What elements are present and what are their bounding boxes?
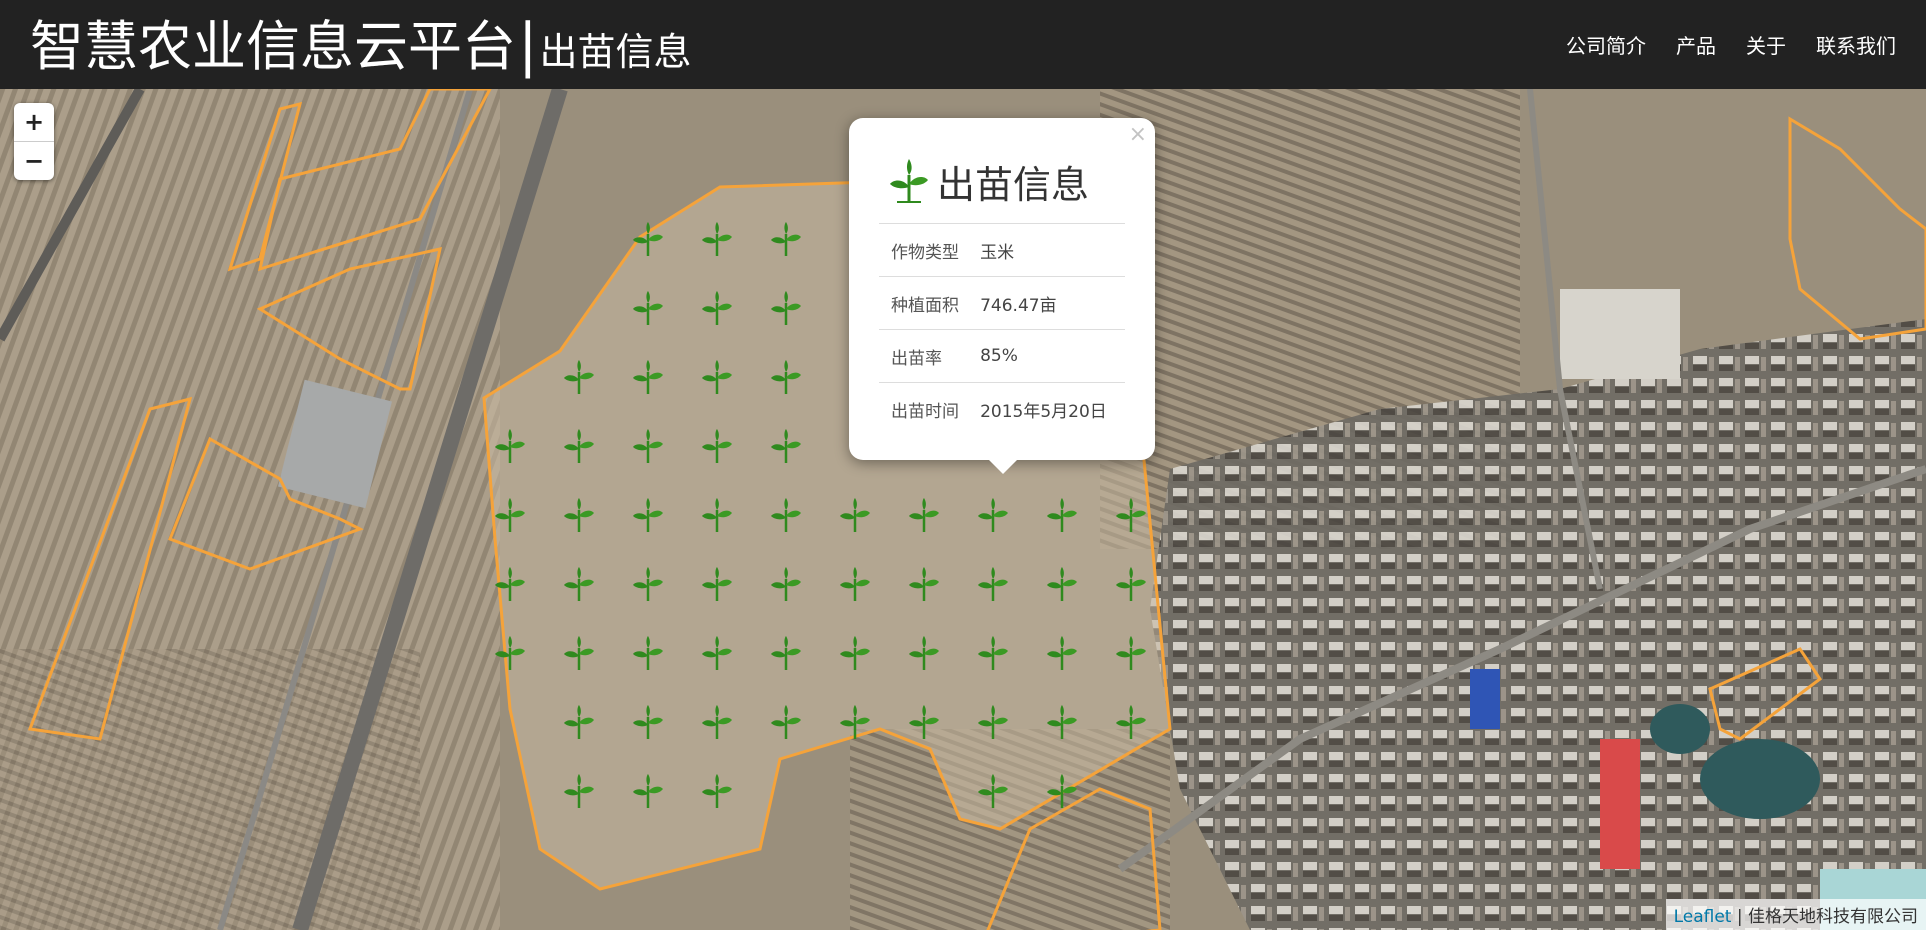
brand-subtitle: 出苗信息 (539, 30, 692, 74)
sprout-marker (1045, 565, 1079, 603)
sprout-marker (769, 220, 803, 258)
sprout-marker (769, 565, 803, 603)
popup-title: 出苗信息 (937, 163, 1090, 207)
sprout-marker (976, 772, 1010, 810)
row-label: 出苗率 (879, 329, 971, 383)
sprout-marker (769, 634, 803, 672)
table-row: 出苗时间 2015年5月20日 (879, 382, 1125, 435)
nav-item-contact[interactable]: 联系我们 (1816, 30, 1896, 59)
sprout-marker (700, 565, 734, 603)
row-label: 出苗时间 (879, 382, 971, 435)
sprout-icon (890, 158, 928, 203)
attribution-text: 佳格天地科技有限公司 (1748, 907, 1918, 927)
brand-separator: | (518, 11, 538, 79)
sprout-marker (700, 427, 734, 465)
sprout-marker (1114, 703, 1148, 741)
sprout-marker (631, 289, 665, 327)
nav-item-about[interactable]: 关于 (1746, 30, 1786, 59)
sprout-marker (562, 496, 596, 534)
sprout-marker (631, 358, 665, 396)
sprout-marker (631, 703, 665, 741)
sprout-marker (631, 496, 665, 534)
sprout-marker (493, 427, 527, 465)
table-row: 种植面积 746.47亩 (879, 276, 1125, 330)
sprout-marker (700, 703, 734, 741)
sprout-marker (562, 358, 596, 396)
sprout-marker (769, 289, 803, 327)
sprout-marker (1045, 496, 1079, 534)
sprout-marker (769, 703, 803, 741)
sprout-marker (769, 496, 803, 534)
attribution-separator: | (1731, 907, 1748, 927)
sprout-marker (1045, 634, 1079, 672)
info-popup: × 出苗信息 作物类型 玉米 种植面积 746.47亩 出苗率 85% 出苗时间… (849, 118, 1155, 474)
row-label: 种植面积 (879, 276, 971, 330)
sprout-marker (562, 565, 596, 603)
nav-item-products[interactable]: 产品 (1676, 30, 1716, 59)
sprout-marker (976, 634, 1010, 672)
satellite-map[interactable]: + − × 出苗信息 作物类型 玉米 种植面积 746.47亩 出苗率 85% … (0, 89, 1926, 930)
sprout-marker (907, 634, 941, 672)
popup-close-button[interactable]: × (1129, 122, 1147, 147)
sprout-marker (493, 565, 527, 603)
sprout-marker (838, 703, 872, 741)
sprout-marker (838, 634, 872, 672)
row-label: 作物类型 (879, 223, 971, 277)
popup-info-table: 作物类型 玉米 种植面积 746.47亩 出苗率 85% 出苗时间 2015年5… (879, 223, 1125, 435)
row-value: 2015年5月20日 (970, 382, 1125, 435)
sprout-marker (1045, 703, 1079, 741)
sprout-marker (493, 634, 527, 672)
sprout-marker (631, 772, 665, 810)
sprout-marker (1114, 565, 1148, 603)
sprout-marker (562, 634, 596, 672)
sprout-marker (907, 496, 941, 534)
sprout-marker (700, 496, 734, 534)
sprout-marker (700, 634, 734, 672)
sprout-marker (562, 427, 596, 465)
row-value: 玉米 (970, 223, 1125, 277)
sprout-marker (907, 565, 941, 603)
brand-title: 智慧农业信息云平台 (30, 15, 516, 78)
sprout-marker (976, 496, 1010, 534)
sprout-marker (631, 427, 665, 465)
leaflet-link[interactable]: Leaflet (1674, 907, 1732, 927)
sprout-marker (1045, 772, 1079, 810)
nav-item-company[interactable]: 公司简介 (1566, 30, 1646, 59)
top-navbar: 智慧农业信息云平台|出苗信息 公司简介 产品 关于 联系我们 (0, 0, 1926, 89)
sprout-marker (700, 220, 734, 258)
sprout-marker (838, 565, 872, 603)
map-attribution: Leaflet | 佳格天地科技有限公司 (1665, 899, 1926, 930)
brand[interactable]: 智慧农业信息云平台|出苗信息 (30, 14, 692, 83)
row-value: 85% (970, 329, 1125, 383)
nav-menu: 公司简介 产品 关于 联系我们 (1566, 30, 1896, 59)
sprout-marker (1114, 496, 1148, 534)
row-value: 746.47亩 (970, 276, 1125, 330)
sprout-marker (976, 565, 1010, 603)
sprout-marker (631, 565, 665, 603)
sprout-marker (700, 289, 734, 327)
zoom-in-button[interactable]: + (14, 103, 54, 141)
sprout-marker (700, 772, 734, 810)
sprout-marker (631, 634, 665, 672)
zoom-control: + − (14, 103, 54, 180)
sprout-marker (562, 772, 596, 810)
popup-tip (989, 460, 1017, 474)
sprout-marker (493, 496, 527, 534)
sprout-marker (838, 496, 872, 534)
sprout-marker (1114, 634, 1148, 672)
table-row: 出苗率 85% (879, 329, 1125, 383)
popup-header: 出苗信息 (889, 154, 1089, 209)
sprout-marker (769, 358, 803, 396)
sprout-marker (631, 220, 665, 258)
sprout-marker (769, 427, 803, 465)
zoom-out-button[interactable]: − (14, 141, 54, 180)
sprout-marker (562, 703, 596, 741)
sprout-marker (700, 358, 734, 396)
table-row: 作物类型 玉米 (879, 223, 1125, 277)
sprout-marker (907, 703, 941, 741)
sprout-marker (976, 703, 1010, 741)
